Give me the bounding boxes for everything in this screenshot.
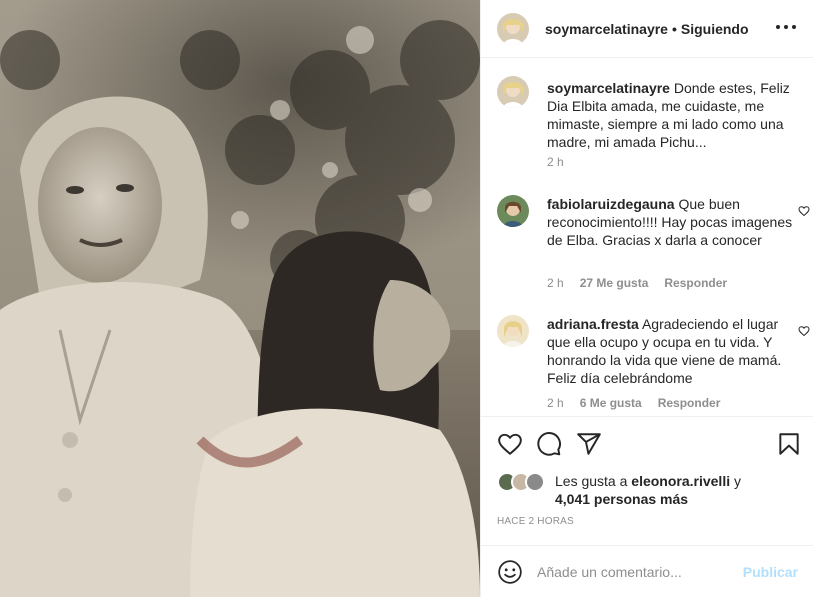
post-photo-image [0,0,480,597]
likes-line: Les gusta a eleonora.rivelli y [555,473,741,489]
comment-like-heart-icon[interactable] [798,325,810,337]
likes-summary: Les gusta a eleonora.rivelli y 4,041 per… [497,470,797,510]
author-username[interactable]: soymarcelatinayre [545,21,668,37]
post-actions [481,416,813,468]
more-horizontal-icon[interactable] [776,17,796,37]
comment-meta: 2 h 6 Me gusta Responder [547,396,720,410]
comment-username[interactable]: fabiolaruizdegauna [547,196,675,212]
bookmark-icon[interactable] [776,431,802,457]
publish-button[interactable]: Publicar [743,564,798,580]
reply-button[interactable]: Responder [658,396,721,410]
comment-input[interactable] [537,563,743,580]
caption-username[interactable]: soymarcelatinayre [547,80,670,96]
share-icon[interactable] [576,431,602,457]
emoji-icon[interactable] [497,559,523,585]
post-side-panel: soymarcelatinayre • Siguiendo soymarcela… [480,0,813,597]
comment-text: fabiolaruizdegauna Que buen reconocimien… [547,195,797,249]
post-header: soymarcelatinayre • Siguiendo [481,0,813,58]
comment-username[interactable]: adriana.fresta [547,316,639,332]
heart-icon[interactable] [497,431,523,457]
caption-time[interactable]: 2 h [547,155,564,169]
header-separator: • [671,20,677,37]
likes-prefix: Les gusta a [555,473,628,489]
comment-likes-count[interactable]: 6 Me gusta [580,396,642,410]
author-avatar[interactable] [497,12,529,45]
comment-text: adriana.fresta Agradeciendo el lugar que… [547,315,797,387]
likes-others-link[interactable]: 4,041 personas más [555,491,688,507]
caption-meta: 2 h [547,155,564,169]
commenter-avatar[interactable] [497,315,529,347]
likes-conj: y [734,473,741,489]
comment-like-heart-icon[interactable] [798,205,810,217]
caption-avatar[interactable] [497,76,529,108]
liker-avatar[interactable] [525,472,545,492]
post-timestamp[interactable]: HACE 2 HORAS [497,516,574,527]
reply-button[interactable]: Responder [664,276,727,290]
add-comment-bar: Publicar [481,545,813,597]
comment-time[interactable]: 2 h [547,276,564,290]
comment-time[interactable]: 2 h [547,396,564,410]
caption-text: soymarcelatinayre Donde estes, Feliz Dia… [547,79,797,151]
post-photo[interactable] [0,0,480,597]
liker-username[interactable]: eleonora.rivelli [631,473,730,489]
comment-icon[interactable] [536,431,562,457]
comment-likes-count[interactable]: 27 Me gusta [580,276,649,290]
comment-meta: 2 h 27 Me gusta Responder [547,276,727,290]
liker-avatars[interactable] [497,472,553,492]
following-button[interactable]: Siguiendo [681,21,749,37]
commenter-avatar[interactable] [497,195,529,227]
